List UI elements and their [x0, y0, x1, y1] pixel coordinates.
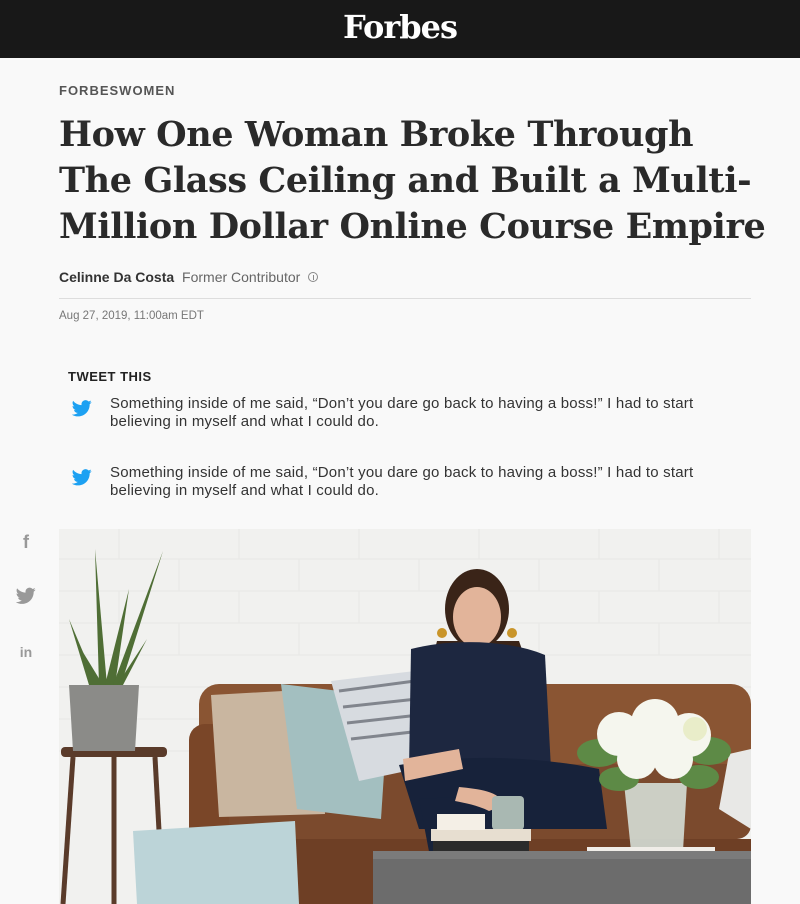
twitter-share-icon[interactable]: [16, 586, 36, 606]
facebook-icon[interactable]: f: [16, 532, 36, 552]
author-name[interactable]: Celinne Da Costa: [59, 269, 174, 285]
tweet-text[interactable]: Something inside of me said, “Don’t you …: [110, 395, 750, 431]
top-bar: Forbes: [0, 0, 800, 58]
twitter-icon[interactable]: [72, 469, 92, 486]
author-role: Former Contributor: [182, 269, 301, 285]
publish-date: Aug 27, 2019, 11:00am EDT: [59, 310, 204, 322]
twitter-icon[interactable]: [72, 400, 92, 417]
section-label[interactable]: FORBESWOMEN: [59, 83, 175, 98]
article-hero-photo: [59, 529, 751, 904]
forbes-logo[interactable]: Forbes: [0, 8, 800, 46]
article-headline: How One Woman Broke Through The Glass Ce…: [59, 114, 766, 247]
info-icon[interactable]: [308, 272, 319, 282]
tweet-this-heading: TWEET THIS: [68, 369, 152, 384]
byline: Celinne Da Costa Former Contributor: [59, 269, 319, 285]
tweet-text[interactable]: Something inside of me said, “Don’t you …: [110, 464, 750, 500]
byline-divider: [59, 298, 751, 299]
linkedin-icon[interactable]: in: [16, 642, 36, 662]
